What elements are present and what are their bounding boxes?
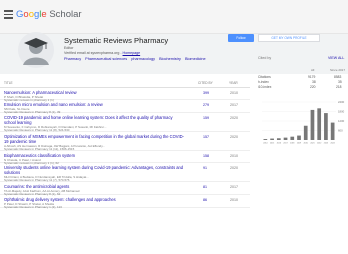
x-tick-label: 2016 <box>277 143 281 145</box>
x-tick-label: 2018 <box>290 143 294 145</box>
x-tick-label: 2021 <box>310 143 314 145</box>
article-row: Biopharmaceutics classification system N … <box>0 151 250 165</box>
view-all-link[interactable]: VIEW ALL <box>328 56 344 60</box>
citation-bar[interactable] <box>290 136 295 140</box>
article-row: Emulsion micro emulsion and nano emulsio… <box>0 100 250 114</box>
x-tick-label: 2017 <box>283 143 287 145</box>
profile-email-line: Verified email at sysrevpharma.org - Hom… <box>64 50 141 55</box>
y-tick-label: 2400 <box>338 100 345 104</box>
menu-icon[interactable] <box>4 10 13 19</box>
citation-bar[interactable] <box>276 138 281 140</box>
citation-bar[interactable] <box>330 122 335 140</box>
google-scholar-logo[interactable]: Google Scholar <box>16 9 82 20</box>
profile-name: Systematic Reviews Pharmacy <box>64 36 169 45</box>
col-all: All <box>311 68 315 72</box>
metric-all: 220 <box>310 85 316 89</box>
profile-meta: Editor Verified email at sysrevpharma.or… <box>64 46 140 55</box>
col-since: Since 2017 <box>330 68 346 72</box>
profile-avatar <box>18 32 54 68</box>
get-profile-label: GET MY OWN PROFILE <box>271 36 307 40</box>
article-row: Nanoemulsion: A pharmaceutical review P S… <box>0 88 250 102</box>
citation-bar[interactable] <box>310 109 315 140</box>
cited-by-count[interactable]: 81 <box>203 185 207 189</box>
y-tick-label: 1200 <box>338 119 345 123</box>
citation-bar[interactable] <box>303 125 308 140</box>
profile-tags: Pharmacy Pharmaceutical sciences pharmac… <box>64 57 209 61</box>
y-tick-label: 600 <box>338 129 343 133</box>
tag-link[interactable]: Biochemistry <box>159 57 181 61</box>
x-tick-label: 2023 <box>324 143 328 145</box>
follow-button[interactable]: Follow <box>228 34 254 42</box>
tag-link[interactable]: Biomedicine <box>185 57 206 61</box>
metric-since: 218 <box>336 85 342 89</box>
cited-by-count[interactable]: 399 <box>203 91 209 95</box>
tag-link[interactable]: Pharmaceutical sciences <box>85 57 127 61</box>
tag-link[interactable]: Pharmacy <box>64 57 81 61</box>
col-cited-by[interactable]: CITED BY <box>198 81 213 85</box>
citations-bar-chart: 2400180012006002014 2015 2016 2017 2018 2019 2… <box>262 100 345 145</box>
x-tick-label: 2022 <box>317 143 321 145</box>
col-year[interactable]: YEAR <box>229 81 238 85</box>
article-title-link[interactable]: COVID-19 pandemic and home online learni… <box>4 115 184 125</box>
article-year: 2010 <box>230 198 238 202</box>
metric-all: 38 <box>312 80 316 84</box>
article-year: 2010 <box>230 91 238 95</box>
article-row: Ophthalmic drug delivery system: challen… <box>0 195 250 210</box>
top-bar: Google Scholar <box>0 0 348 34</box>
article-title-link[interactable]: University students online learning syst… <box>4 165 184 175</box>
article-year: 2010 <box>230 154 238 158</box>
article-row: Coumarins: the antimicrobial agents TA Al… <box>0 182 250 196</box>
profile-email: Verified email at sysrevpharma.org <box>64 50 120 55</box>
citation-bar[interactable] <box>297 135 301 140</box>
get-my-own-profile-button[interactable]: GET MY OWN PROFILE <box>258 34 320 42</box>
citation-bar[interactable] <box>283 137 288 140</box>
col-title[interactable]: TITLE <box>4 81 13 85</box>
cited-by-count[interactable]: 159 <box>203 116 209 120</box>
x-tick-label: 2019 <box>297 143 301 145</box>
metric-since: 8583 <box>334 75 342 79</box>
article-year: 2020 <box>230 166 238 170</box>
article-row: COVID-19 pandemic and home online learni… <box>0 113 250 132</box>
cited-by-count[interactable]: 158 <box>203 154 209 158</box>
article-year: 2020 <box>230 135 238 139</box>
article-row: University students online learning syst… <box>0 163 250 182</box>
homepage-link[interactable]: Homepage <box>123 51 141 55</box>
x-tick-label: 2024 <box>331 143 335 145</box>
article-row: Optimization of MSMEs empowerment in fac… <box>0 132 250 151</box>
article-year: 2017 <box>230 103 238 107</box>
article-journal: Systematic Reviews in Pharmacy 1 (2), 11… <box>4 205 62 210</box>
citation-bar[interactable] <box>263 139 268 140</box>
x-tick-label: 2014 <box>263 143 267 145</box>
cited-by-count[interactable]: 157 <box>203 135 209 139</box>
tag-link[interactable]: pharmacology <box>131 57 155 61</box>
metric-label: i10-index <box>258 85 272 89</box>
logo-scholar-text: Scholar <box>46 9 82 20</box>
metric-all: 9179 <box>308 75 316 79</box>
article-title-link[interactable]: Optimization of MSMEs empowerment in fac… <box>4 134 184 144</box>
metric-label: Citations <box>258 75 271 79</box>
citation-bar[interactable] <box>270 138 274 140</box>
metric-since: 35 <box>338 80 342 84</box>
follow-label: Follow <box>236 36 246 40</box>
article-year: 2017 <box>230 185 238 189</box>
citation-bar[interactable] <box>317 108 322 140</box>
article-year: 2020 <box>230 116 238 120</box>
x-tick-label: 2015 <box>270 143 274 145</box>
cited-by-count[interactable]: 279 <box>203 103 209 107</box>
cited-by-count[interactable]: 86 <box>203 198 207 202</box>
articles-table-header: TITLE CITED BY YEAR <box>0 78 250 88</box>
cited-by-count[interactable]: 91 <box>203 166 207 170</box>
citation-bar[interactable] <box>324 113 328 140</box>
cited-by-heading: Cited by <box>258 56 272 60</box>
x-tick-label: 2020 <box>304 143 308 145</box>
y-tick-label: 1800 <box>338 110 345 114</box>
metric-label: h-index <box>258 80 269 84</box>
